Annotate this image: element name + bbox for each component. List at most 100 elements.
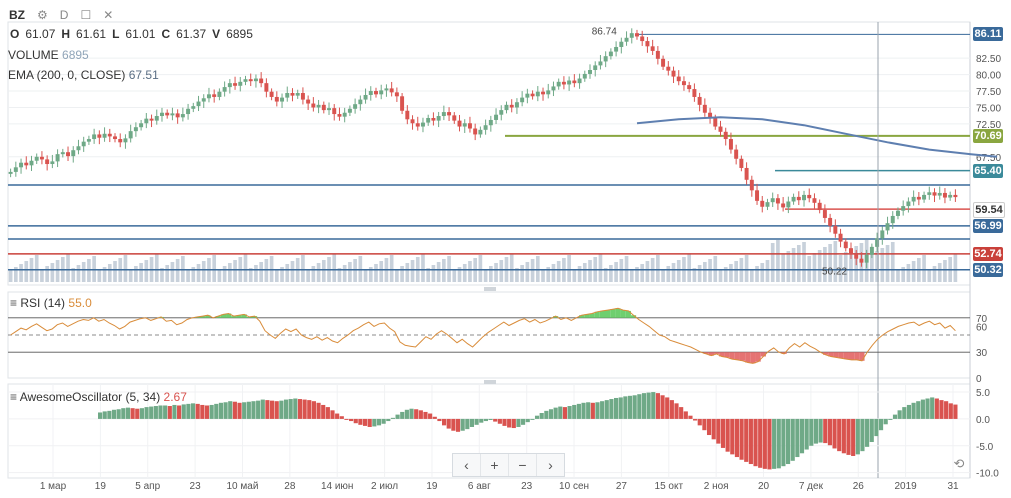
- candle-body: [133, 127, 138, 132]
- ao-bar: [930, 397, 935, 419]
- ao-bar: [627, 395, 633, 419]
- candle-body: [34, 156, 39, 161]
- interval-label[interactable]: D: [60, 8, 69, 22]
- volume-value: 6895: [62, 48, 89, 62]
- candle-body: [269, 91, 274, 97]
- rsi-tick-label: 30: [976, 348, 988, 359]
- reset-view-button[interactable]: ⟲: [948, 453, 970, 475]
- volume-bar: [483, 269, 488, 282]
- candle-body: [619, 41, 624, 47]
- ao-bar: [911, 402, 916, 419]
- zoom-out-button[interactable]: −: [509, 454, 537, 476]
- volume-bar: [8, 270, 13, 282]
- ao-bar: [641, 393, 647, 419]
- candle-body: [222, 87, 227, 92]
- ao-bar: [279, 400, 284, 419]
- ao-bar: [139, 408, 144, 419]
- volume-legend[interactable]: VOLUME 6895: [8, 48, 89, 62]
- symbol-label[interactable]: BZ: [9, 8, 25, 22]
- ao-bar: [135, 408, 140, 419]
- candle-body: [436, 116, 441, 121]
- gear-icon[interactable]: ⚙: [37, 8, 48, 22]
- ema-legend[interactable]: EMA (200, 0, CLOSE) 67.51: [8, 68, 159, 82]
- candle-body: [259, 78, 264, 84]
- candle-body: [180, 114, 185, 118]
- candle-body: [400, 96, 405, 111]
- ao-bar: [130, 408, 135, 419]
- candle-body: [368, 91, 373, 95]
- scroll-left-button[interactable]: ‹: [453, 454, 481, 476]
- ao-bar: [706, 418, 712, 436]
- candle-body: [410, 119, 415, 124]
- close-icon[interactable]: ✕: [103, 8, 113, 22]
- ao-bar: [637, 394, 642, 419]
- ao-bar: [353, 418, 358, 424]
- candle-body: [321, 104, 326, 111]
- volume-bar: [243, 254, 248, 282]
- volume-bar: [781, 254, 785, 282]
- ao-bar: [623, 396, 628, 419]
- x-tick-label: 20: [758, 481, 770, 492]
- candle-body: [379, 90, 384, 95]
- zoom-in-button[interactable]: +: [481, 454, 509, 476]
- candle-body: [201, 98, 206, 102]
- ao-bar: [553, 407, 558, 419]
- volume-bar: [567, 255, 571, 282]
- ao-bar: [177, 405, 182, 419]
- candle-body: [718, 126, 723, 132]
- ao-label: AwesomeOscillator (5, 34): [19, 390, 161, 404]
- candle-body: [723, 131, 728, 140]
- ohlc-readout: O 61.07 H 61.61 L 61.01 C 61.37 V 6895: [10, 27, 253, 41]
- checkbox-icon[interactable]: ☐: [80, 8, 91, 22]
- candle-body: [212, 94, 217, 97]
- volume-bar: [671, 263, 676, 282]
- candle-body: [895, 210, 900, 216]
- candle-body: [128, 131, 133, 139]
- ao-bar: [302, 399, 307, 419]
- ao-bar: [832, 418, 837, 449]
- candle-body: [71, 150, 76, 157]
- volume-bar: [421, 254, 425, 282]
- ao-bar: [920, 399, 925, 419]
- ao-bar: [618, 397, 623, 419]
- volume-bar: [290, 261, 295, 282]
- volume-bar: [154, 254, 159, 282]
- ao-menu-icon[interactable]: ≡: [10, 390, 17, 404]
- volume-bar: [943, 260, 947, 282]
- ao-bar: [730, 418, 735, 455]
- candle-body: [582, 73, 587, 79]
- candle-body: [285, 93, 290, 98]
- volume-bar: [703, 262, 707, 282]
- x-tick-label: 5 апр: [135, 481, 160, 492]
- scroll-right-button[interactable]: ›: [537, 454, 564, 476]
- ao-bar: [274, 401, 279, 419]
- ao-bar: [497, 418, 502, 424]
- candle-body: [488, 119, 493, 126]
- ao-bar: [409, 408, 414, 419]
- candle-body: [45, 159, 50, 165]
- candle-body: [588, 69, 592, 74]
- ao-bar: [251, 401, 256, 419]
- ema-value: 67.51: [128, 68, 159, 82]
- candle-body: [567, 80, 572, 85]
- ao-bar: [799, 418, 805, 454]
- ao-legend[interactable]: ≡ AwesomeOscillator (5, 34) 2.67: [10, 390, 187, 404]
- volume-bar: [911, 261, 916, 282]
- ao-bar: [604, 400, 609, 419]
- rsi-menu-icon[interactable]: ≡: [10, 296, 17, 310]
- high-label: H: [61, 27, 71, 41]
- x-tick-label: 23: [521, 481, 533, 492]
- candle-body: [556, 81, 561, 87]
- candle-body: [770, 198, 775, 203]
- ao-bar: [804, 418, 809, 450]
- rsi-legend[interactable]: ≡ RSI (14) 55.0: [10, 296, 92, 310]
- ao-bar: [609, 399, 614, 419]
- volume-bar: [410, 260, 415, 282]
- candle-body: [431, 117, 436, 121]
- ao-bar: [349, 418, 354, 422]
- ao-bar: [172, 404, 177, 419]
- ao-bar: [758, 418, 763, 468]
- ema-line: [636, 116, 998, 158]
- volume-bar: [666, 266, 671, 282]
- volume-bar: [541, 270, 545, 282]
